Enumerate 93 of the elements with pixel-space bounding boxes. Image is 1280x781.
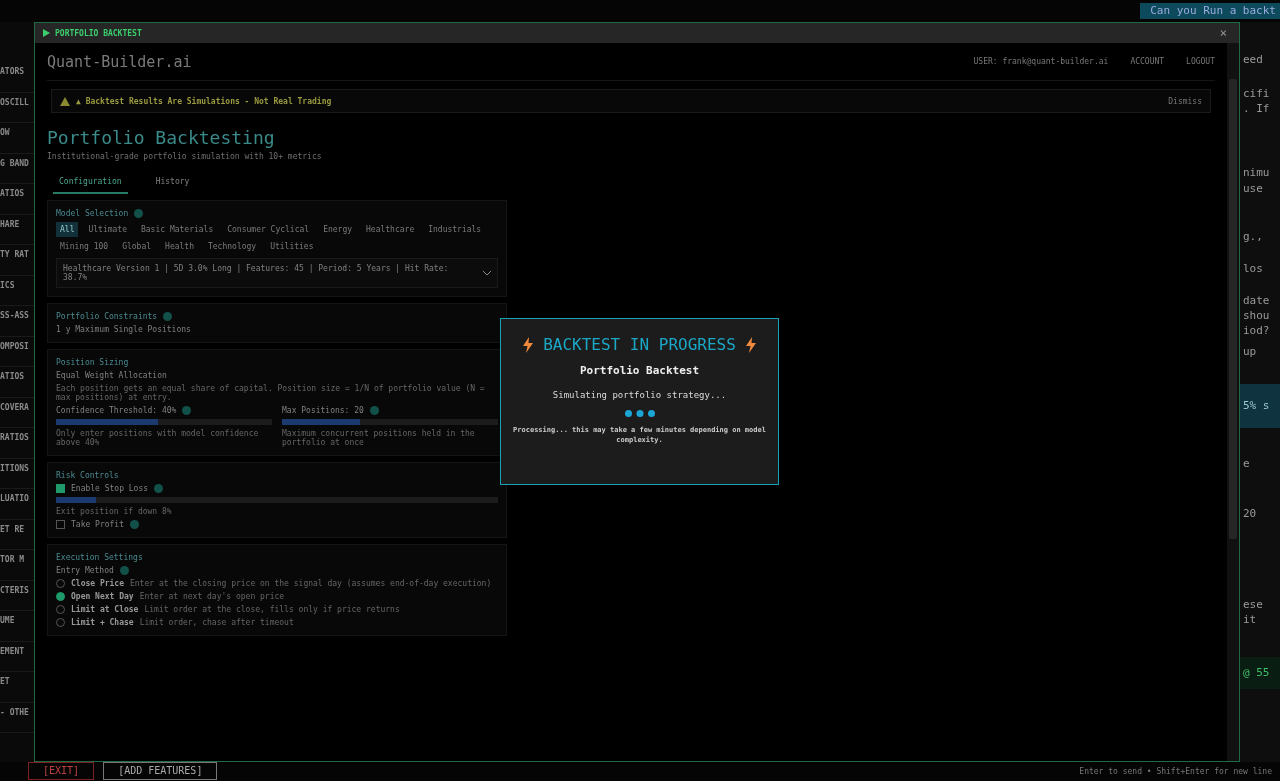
info-icon [182,406,192,415]
warning-text: ▲ Backtest Results Are Simulations - Not Real Trading [76,96,333,106]
chat-text: up [1243,344,1258,359]
sizing-method: Equal Weight Allocation [56,371,168,380]
footer-button[interactable]: [EXIT] [28,762,95,780]
slider[interactable] [56,419,272,425]
chat-text: . If [1243,101,1271,116]
sector-chip[interactable]: Consumer Cyclical [223,222,314,237]
user-email: USER: frank@quant-builder.ai [973,57,1109,66]
chat-text: 20 [1243,506,1258,521]
option-description: Limit order, chase after timeout [139,618,294,627]
slider-caption: Exit position if down 8% [56,507,173,516]
dialog-subtitle: Portfolio Backtest [579,364,700,377]
chat-text: nimu [1243,165,1271,180]
checkbox[interactable] [56,520,65,529]
option-description: Limit order at the close, fills only if price returns [144,605,400,614]
section-title: Model Selection [56,209,129,218]
info-icon [119,566,129,575]
nav-link[interactable]: LOGOUT [1186,57,1215,66]
chat-text: 5% s [1240,384,1280,428]
chevron-down-icon [483,270,491,276]
option-label: Close Price [71,579,124,588]
footer-button[interactable]: [ADD FEATURES] [103,762,218,780]
sector-chip[interactable]: Technology [204,239,261,254]
section-title: Position Sizing [56,358,130,367]
chat-text: shou [1243,308,1271,323]
option-label: Limit + Chase [71,618,134,627]
sizing-note: Each position gets an equal share of capital. Position size = 1/N of portfolio value (N = max positions) at entry. [56,384,486,402]
chat-text: e [1243,456,1251,471]
section-title: Portfolio Constraints [56,312,158,321]
lightning-bolt-icon [745,336,756,353]
loading-dots-icon [624,410,655,417]
section-title: Execution Settings [56,553,144,562]
checkbox[interactable] [56,484,65,493]
option-description: Enter at next day's open price [139,592,285,601]
model-dropdown[interactable]: Healthcare Version 1 | 5D 3.0% Long | Features: 45 | Period: 5 Years | Hit Rate: 38.7% [56,258,498,288]
sector-chip[interactable]: Global [118,239,156,254]
info-icon [134,209,144,218]
lightning-bolt-icon [523,336,534,353]
slider-label: Confidence Threshold: 40% [56,406,177,415]
slider-caption: Only enter positions with model confidence above 40% [56,429,260,447]
checkbox-label: Enable Stop Loss [71,484,149,493]
info-icon [163,312,173,321]
warning-icon [60,96,70,106]
chat-text: cifi [1243,86,1271,101]
info-icon [130,520,139,529]
section-title: Risk Controls [56,471,120,480]
slider[interactable] [282,419,498,425]
option-label: Open Next Day [71,592,134,601]
close-button[interactable]: × [1215,26,1231,40]
sector-chip[interactable]: Healthcare [362,222,419,237]
checkbox-label: Take Profit [71,520,124,529]
scrollbar[interactable] [1227,43,1239,761]
chat-text: iod? [1243,323,1271,338]
chat-text: use [1243,181,1264,196]
dialog-title: BACKTEST IN PROGRESS [543,335,736,354]
input-hint: Enter to send • Shift+Enter for new line [1079,766,1273,776]
radio-button[interactable] [56,592,65,601]
chat-text: los [1243,261,1264,276]
chat-text: @ 55 [1240,657,1280,689]
field-label: Entry Method [56,566,114,575]
sector-chip[interactable]: Health [161,239,198,254]
slider-label: Max Positions: 20 [282,406,364,415]
tab[interactable]: Configuration [53,175,128,194]
page-subheading: Institutional-grade portfolio simulation with 10+ metrics [47,152,323,161]
chat-text: date [1243,293,1271,308]
sector-chip[interactable]: Utilities [266,239,318,254]
sector-chip[interactable]: Industrials [424,222,486,237]
window-title: PORTFOLIO BACKTEST [55,28,142,38]
sector-chip[interactable]: Ultimate [84,222,131,237]
slider-caption: Maximum concurrent positions held in the portfolio at once [282,429,476,447]
brand-logo: Quant-Builder.ai [47,52,193,71]
nav-link[interactable]: ACCOUNT [1130,57,1165,66]
status-text: Simulating portfolio strategy... [552,390,727,400]
sector-chip[interactable]: Energy [319,222,357,237]
sector-chip[interactable]: Mining 100 [56,239,113,254]
chat-text: ese [1243,597,1264,612]
sector-chip[interactable]: Basic Materials [137,222,218,237]
tab[interactable]: History [149,175,196,194]
play-icon [43,29,50,37]
constraint-row-text: 1 y Maximum Single Positions [56,325,192,334]
slider[interactable] [56,497,498,503]
chat-text: eed [1243,52,1264,67]
sector-chip[interactable]: All [56,222,79,237]
option-label: Limit at Close [71,605,139,614]
info-icon [154,484,164,493]
dismiss-link[interactable]: Dismiss [1168,96,1202,106]
info-icon [369,406,379,415]
chat-prompt: Can you Run a backt [1140,3,1280,19]
page-heading: Portfolio Backtesting [47,127,276,148]
chat-text: g., [1243,229,1264,244]
chat-text: it [1243,612,1258,627]
option-description: Enter at the closing price on the signal day (assumes end-of-day execution) [130,579,492,588]
